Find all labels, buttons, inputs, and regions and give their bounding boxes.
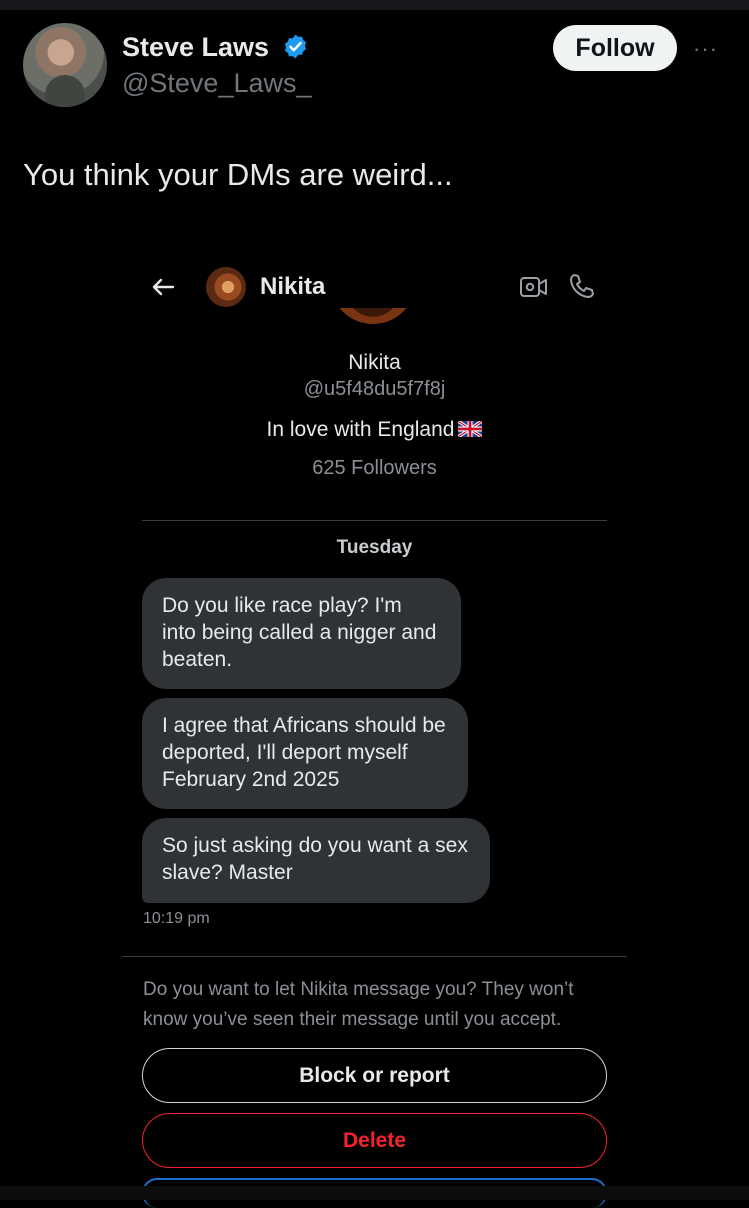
profile-bio: In love with England — [0, 418, 749, 442]
more-options-icon[interactable]: ··· — [693, 36, 718, 62]
author-name[interactable]: Steve Laws — [122, 32, 269, 63]
back-arrow-icon — [152, 278, 175, 296]
uk-flag-icon — [458, 421, 483, 437]
delete-button[interactable]: Delete — [142, 1113, 607, 1168]
phone-icon — [570, 274, 594, 298]
profile-handle: @u5f48du5f7f8j — [303, 378, 446, 400]
message-timestamp: 10:19 pm — [143, 910, 210, 927]
follow-button[interactable]: Follow — [553, 25, 677, 71]
dm-header-name: Nikita — [260, 273, 326, 300]
profile-photo-peek — [330, 308, 416, 342]
divider — [142, 520, 607, 521]
message-bubble: So just asking do you want a sex slave? … — [142, 818, 490, 903]
author-avatar[interactable] — [23, 23, 107, 107]
verified-badge-icon — [284, 34, 307, 59]
profile-name: Nikita — [348, 351, 401, 374]
bottom-strip — [0, 1186, 749, 1200]
profile-followers[interactable]: 625 Followers — [0, 457, 749, 480]
message-bubble: Do you like race play? I'm into being ca… — [142, 578, 461, 689]
divider — [122, 956, 627, 957]
day-label: Tuesday — [336, 537, 413, 558]
message-request-prompt: Do you want to let Nikita message you? T… — [143, 979, 574, 1030]
author-handle[interactable]: @Steve_Laws_ — [122, 68, 312, 99]
profile-bio-text: In love with England — [266, 418, 455, 441]
tweet-text: You think your DMs are weird... — [23, 157, 453, 192]
block-or-report-button[interactable]: Block or report — [142, 1048, 607, 1103]
video-call-icon — [520, 277, 547, 297]
dm-avatar — [206, 267, 246, 307]
top-strip — [0, 0, 749, 10]
message-bubble: I agree that Africans should be deported… — [142, 698, 468, 809]
